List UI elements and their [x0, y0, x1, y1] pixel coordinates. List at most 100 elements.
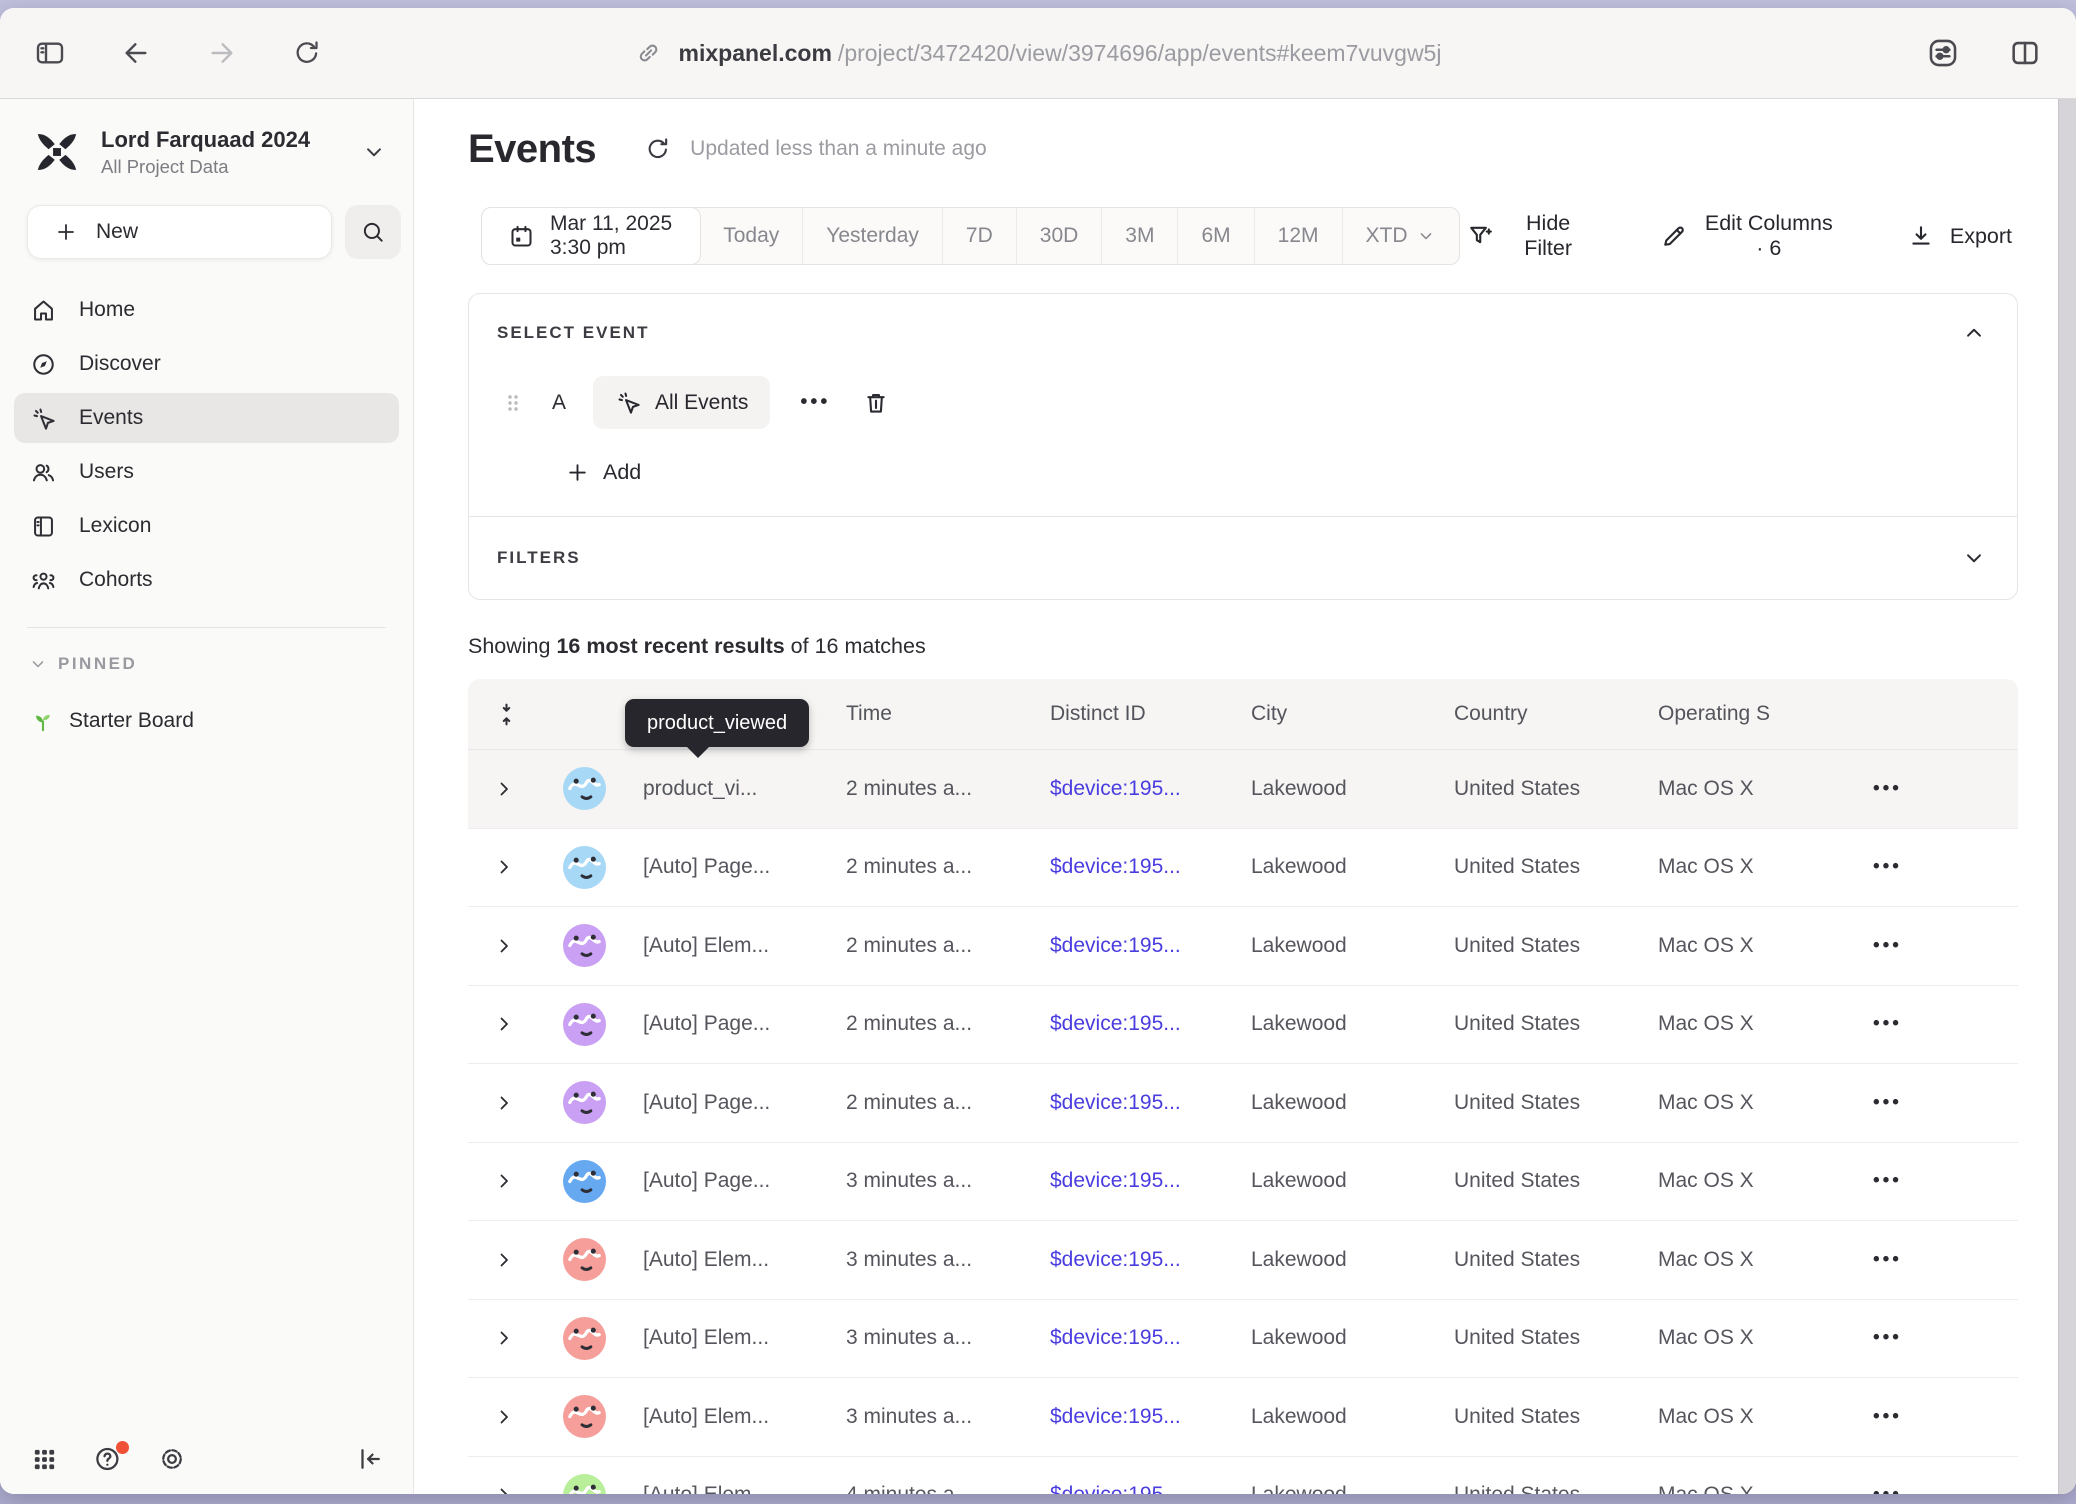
cell-distinct-id-link[interactable]: $device:195...	[1050, 1169, 1251, 1193]
sidebar-item-home[interactable]: Home	[14, 285, 399, 335]
expand-row-icon[interactable]	[468, 1483, 526, 1494]
split-view-icon[interactable]	[2004, 32, 2046, 74]
new-button[interactable]: New	[27, 205, 332, 259]
cell-os: Mac OS X	[1658, 1248, 1861, 1272]
sidebar-item-starter-board[interactable]: Starter Board	[0, 674, 413, 734]
help-icon[interactable]	[91, 1442, 125, 1476]
row-more-icon[interactable]: •••	[1861, 1484, 2018, 1494]
address-bar[interactable]: mixpanel.com/project/3472420/view/397469…	[635, 39, 1442, 67]
page-scrollbar[interactable]	[2058, 99, 2076, 1494]
row-more-icon[interactable]: •••	[1861, 1170, 2018, 1192]
date-picker[interactable]: Mar 11, 2025 3:30 pm	[481, 207, 701, 265]
gear-icon[interactable]	[155, 1442, 189, 1476]
row-more-icon[interactable]: •••	[1861, 856, 2018, 878]
cell-distinct-id-link[interactable]: $device:195...	[1050, 1326, 1251, 1350]
forward-icon[interactable]	[202, 33, 242, 73]
select-event-title: SELECT EVENT	[497, 323, 649, 343]
expand-row-icon[interactable]	[468, 934, 526, 958]
workspace-switcher[interactable]: Lord Farquaad 2024 All Project Data	[0, 115, 413, 189]
row-more-icon[interactable]: •••	[1861, 935, 2018, 957]
collapse-all-rows-icon[interactable]	[468, 701, 526, 728]
cell-distinct-id-link[interactable]: $device:195...	[1050, 1483, 1251, 1494]
apps-grid-icon[interactable]	[28, 1443, 61, 1476]
date-range-12m[interactable]: 12M	[1255, 208, 1343, 264]
expand-row-icon[interactable]	[468, 1326, 526, 1350]
expand-row-icon[interactable]	[468, 855, 526, 879]
page-settings-icon[interactable]	[1922, 32, 1964, 74]
cell-distinct-id-link[interactable]: $device:195...	[1050, 934, 1251, 958]
edit-columns-button[interactable]: Edit Columns · 6	[1654, 210, 1841, 262]
sidebar-item-discover[interactable]: Discover	[14, 339, 399, 389]
table-row[interactable]: [Auto] Page... 2 minutes a... $device:19…	[468, 829, 2018, 908]
browser-sidebar-toggle-icon[interactable]	[30, 33, 70, 73]
row-more-icon[interactable]: •••	[1861, 1327, 2018, 1349]
drag-handle-icon[interactable]	[501, 391, 525, 415]
trash-icon[interactable]	[860, 387, 892, 419]
sidebar-item-lexicon[interactable]: Lexicon	[14, 501, 399, 551]
table-row[interactable]: [Auto] Page... 2 minutes a... $device:19…	[468, 1064, 2018, 1143]
row-more-icon[interactable]: •••	[1861, 1249, 2018, 1271]
table-row[interactable]: [Auto] Elem... 3 minutes a... $device:19…	[468, 1300, 2018, 1379]
date-range-yesterday[interactable]: Yesterday	[803, 208, 943, 264]
cell-city: Lakewood	[1251, 1405, 1454, 1429]
cell-distinct-id-link[interactable]: $device:195...	[1050, 1091, 1251, 1115]
cell-os: Mac OS X	[1658, 1012, 1861, 1036]
cell-distinct-id-link[interactable]: $device:195...	[1050, 1405, 1251, 1429]
sidebar-item-cohorts[interactable]: Cohorts	[14, 555, 399, 605]
reload-icon[interactable]	[288, 34, 326, 72]
cell-distinct-id-link[interactable]: $device:195...	[1050, 1248, 1251, 1272]
table-row[interactable]: product_vi... 2 minutes a... $device:195…	[468, 750, 2018, 829]
expand-row-icon[interactable]	[468, 1405, 526, 1429]
event-avatar	[563, 1081, 606, 1124]
date-range-today[interactable]: Today	[700, 208, 803, 264]
pinned-section-header[interactable]: PINNED	[0, 628, 413, 674]
table-row[interactable]: [Auto] Elem... 4 minutes a... $device:19…	[468, 1457, 2018, 1495]
table-row[interactable]: [Auto] Elem... 3 minutes a... $device:19…	[468, 1378, 2018, 1457]
cell-country: United States	[1454, 1169, 1658, 1193]
date-range-7d[interactable]: 7D	[943, 208, 1017, 264]
date-picker-label: Mar 11, 2025 3:30 pm	[550, 212, 674, 260]
event-row-more-icon[interactable]: •••	[794, 390, 836, 415]
table-row[interactable]: [Auto] Page... 3 minutes a... $device:19…	[468, 1143, 2018, 1222]
refresh-icon[interactable]	[642, 133, 674, 165]
date-range-3m[interactable]: 3M	[1102, 208, 1178, 264]
date-range-6m[interactable]: 6M	[1178, 208, 1254, 264]
add-event-button[interactable]: Add	[559, 459, 647, 486]
table-row[interactable]: [Auto] Elem... 3 minutes a... $device:19…	[468, 1221, 2018, 1300]
table-row[interactable]: [Auto] Page... 2 minutes a... $device:19…	[468, 986, 2018, 1065]
event-avatar	[563, 1474, 606, 1494]
search-button[interactable]	[345, 205, 401, 259]
expand-row-icon[interactable]	[468, 1169, 526, 1193]
chevron-down-icon[interactable]	[1959, 543, 1989, 573]
row-more-icon[interactable]: •••	[1861, 1013, 2018, 1035]
hide-filter-button[interactable]: Hide Filter	[1460, 210, 1594, 262]
cell-distinct-id-link[interactable]: $device:195...	[1050, 777, 1251, 801]
expand-row-icon[interactable]	[468, 1012, 526, 1036]
chevron-up-icon[interactable]	[1959, 318, 1989, 348]
expand-row-icon[interactable]	[468, 1091, 526, 1115]
event-avatar	[563, 846, 606, 889]
row-more-icon[interactable]: •••	[1861, 778, 2018, 800]
row-more-icon[interactable]: •••	[1861, 1092, 2018, 1114]
sidebar-item-events[interactable]: Events	[14, 393, 399, 443]
table-row[interactable]: [Auto] Elem... 2 minutes a... $device:19…	[468, 907, 2018, 986]
expand-row-icon[interactable]	[468, 1248, 526, 1272]
cell-city: Lakewood	[1251, 1248, 1454, 1272]
back-icon[interactable]	[116, 33, 156, 73]
cell-country: United States	[1454, 855, 1658, 879]
sidebar-item-users[interactable]: Users	[14, 447, 399, 497]
cell-distinct-id-link[interactable]: $device:195...	[1050, 855, 1251, 879]
url-path: /project/3472420/view/3974696/app/events…	[838, 40, 1442, 67]
export-button[interactable]: Export	[1901, 221, 2018, 251]
date-range-xtd[interactable]: XTD	[1343, 208, 1459, 264]
date-range-30d[interactable]: 30D	[1017, 208, 1103, 264]
expand-row-icon[interactable]	[468, 777, 526, 801]
plus-icon	[565, 460, 590, 485]
event-selector-chip[interactable]: All Events	[593, 376, 770, 429]
row-more-icon[interactable]: •••	[1861, 1406, 2018, 1428]
cell-country: United States	[1454, 777, 1658, 801]
collapse-sidebar-icon[interactable]	[353, 1442, 387, 1476]
cell-country: United States	[1454, 934, 1658, 958]
cell-distinct-id-link[interactable]: $device:195...	[1050, 1012, 1251, 1036]
sidebar-nav: Home Discover Events Users Lexicon Cohor…	[0, 269, 413, 605]
